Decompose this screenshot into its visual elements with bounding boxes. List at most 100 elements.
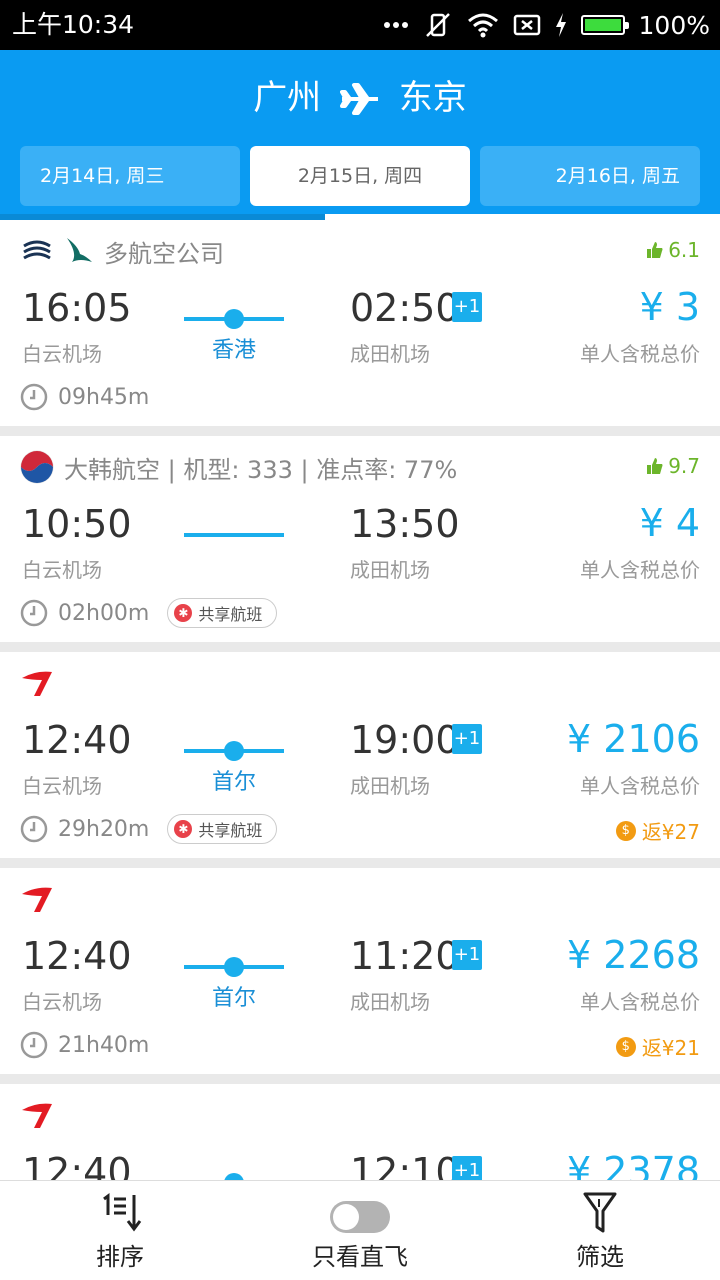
arrival-airport: 成田机场 <box>350 774 430 798</box>
price-note: 单人含税总价 <box>580 342 700 366</box>
thumbs-up-icon <box>647 242 663 258</box>
rebate-value: 返¥27 <box>641 820 700 844</box>
shared-flight-label: 共享航班 <box>198 605 263 624</box>
price: ¥ 4 <box>639 501 700 545</box>
direct-only-toggle[interactable]: 只看直飞 <box>290 1181 430 1280</box>
airline-info <box>20 666 54 700</box>
price-note: 单人含税总价 <box>580 774 700 798</box>
date-tab-next[interactable]: 2月16日, 周五 <box>480 146 700 206</box>
arrival-time: 12:10 <box>350 1150 460 1180</box>
rebate: $ 返¥27 <box>615 816 700 845</box>
stopover-city: 首尔 <box>211 986 256 1011</box>
price: ¥ 2378 <box>567 1149 700 1180</box>
wifi-icon <box>467 13 498 38</box>
route-title: 广州 东京 <box>0 76 720 120</box>
rebate-value: 返¥21 <box>641 1036 700 1060</box>
airplane-icon <box>340 83 378 115</box>
destination-city: 东京 <box>398 78 467 118</box>
rating: 6.1 <box>646 238 700 262</box>
flight-card[interactable]: 12:40 12:10 +1 ¥ 2378 <box>0 1084 720 1180</box>
date-tab-active[interactable]: 2月15日, 周四 <box>250 146 470 206</box>
toggle-switch[interactable] <box>330 1201 390 1233</box>
departure-time: 12:40 <box>22 718 132 762</box>
rating: 9.7 <box>646 454 700 478</box>
date-tab-prev[interactable]: 2月14日, 周三 <box>20 146 240 206</box>
rating-value: 9.7 <box>668 454 700 478</box>
duration: 21h40m <box>20 1030 149 1060</box>
stop-dot <box>224 741 244 761</box>
flight-card[interactable]: 大韩航空 | 机型: 333 | 准点率: 77% 9.7 10:50 白云机场… <box>0 436 720 642</box>
departure-airport: 白云机场 <box>22 990 102 1014</box>
status-bar: 上午10:34 100% <box>0 0 720 50</box>
duration: 09h45m <box>20 382 149 412</box>
arrival-airport: 成田机场 <box>350 558 430 582</box>
airline-info: 多航空公司 <box>20 234 224 268</box>
vibrate-off-icon <box>425 13 450 37</box>
arrival-airport: 成田机场 <box>350 342 430 366</box>
rating-value: 6.1 <box>668 238 700 262</box>
airline-info <box>20 1098 54 1132</box>
duration: 29h20m ✱ 共享航班 <box>20 814 278 844</box>
stopover-city: 香港 <box>211 338 256 363</box>
departure-time: 12:40 <box>22 934 132 978</box>
stopover-city: 首尔 <box>211 770 256 795</box>
clock-icon <box>20 383 48 411</box>
filter-icon <box>583 1192 617 1233</box>
airline-logo-icon <box>22 887 52 912</box>
airline-logo-icon <box>22 671 52 696</box>
flight-card[interactable]: 12:40 白云机场 首尔 19:00 +1 成田机场 ¥ 2106 单人含税总… <box>0 652 720 858</box>
price: ¥ 2106 <box>567 717 700 761</box>
duration-value: 21h40m <box>58 1032 150 1058</box>
star-icon: ✱ <box>174 604 193 622</box>
duration-value: 09h45m <box>58 384 150 410</box>
rebate: $ 返¥21 <box>615 1032 700 1061</box>
clock-icon <box>20 1031 48 1059</box>
airline-info: 大韩航空 | 机型: 333 | 准点率: 77% <box>20 450 457 484</box>
sort-icon <box>103 1193 142 1232</box>
dollar-coin-icon: $ <box>615 820 636 841</box>
filter-label: 筛选 <box>576 1243 624 1271</box>
departure-time: 16:05 <box>22 286 132 330</box>
price-note: 单人含税总价 <box>580 558 700 582</box>
arrival-time: 11:20 <box>350 934 460 978</box>
airline-logo-icon <box>22 1103 52 1128</box>
next-day-badge: +1 <box>452 1156 482 1180</box>
status-time: 上午10:34 <box>12 10 135 39</box>
shared-flight-badge: ✱ 共享航班 <box>167 598 278 628</box>
thumbs-up-icon <box>647 458 663 474</box>
filter-button[interactable]: 筛选 <box>540 1181 660 1280</box>
origin-city: 广州 <box>253 78 322 118</box>
direct-only-label: 只看直飞 <box>312 1243 408 1271</box>
stop-dot <box>224 1173 244 1180</box>
flight-list[interactable]: 多航空公司 6.1 16:05 白云机场 香港 02:50 +1 成田机场 ¥ … <box>0 220 720 1180</box>
next-day-badge: +1 <box>452 292 482 322</box>
sort-button[interactable]: 排序 <box>60 1181 180 1280</box>
duration-value: 29h20m <box>58 816 150 842</box>
arrival-time: 02:50 <box>350 286 460 330</box>
stop-dot <box>224 309 244 329</box>
price: ¥ 3 <box>639 285 700 329</box>
flight-card[interactable]: 12:40 白云机场 首尔 11:20 +1 成田机场 ¥ 2268 单人含税总… <box>0 868 720 1074</box>
duration-value: 02h00m <box>58 600 150 626</box>
airline-name: 大韩航空 | 机型: 333 | 准点率: 77% <box>64 455 458 484</box>
departure-airport: 白云机场 <box>22 774 102 798</box>
date-tabs: 2月14日, 周三 2月15日, 周四 2月16日, 周五 <box>20 146 700 206</box>
price-note: 单人含税总价 <box>580 990 700 1014</box>
arrival-airport: 成田机场 <box>350 990 430 1014</box>
arrival-time: 19:00 <box>350 718 460 762</box>
departure-time: 12:40 <box>22 1150 132 1180</box>
charging-icon <box>555 13 566 37</box>
departure-airport: 白云机场 <box>22 342 102 366</box>
airline-logo-icon <box>23 240 51 260</box>
korean-air-logo-icon <box>20 450 54 484</box>
bottom-bar: 排序 只看直飞 筛选 <box>0 1180 720 1280</box>
battery-percent: 100% <box>638 10 710 40</box>
star-icon: ✱ <box>174 820 193 838</box>
clock-icon <box>20 815 48 843</box>
departure-time: 10:50 <box>22 502 132 546</box>
next-day-badge: +1 <box>452 724 482 754</box>
battery-icon <box>580 15 629 35</box>
flight-card[interactable]: 多航空公司 6.1 16:05 白云机场 香港 02:50 +1 成田机场 ¥ … <box>0 220 720 426</box>
more-dots-icon <box>383 22 408 28</box>
stop-dot <box>224 957 244 977</box>
